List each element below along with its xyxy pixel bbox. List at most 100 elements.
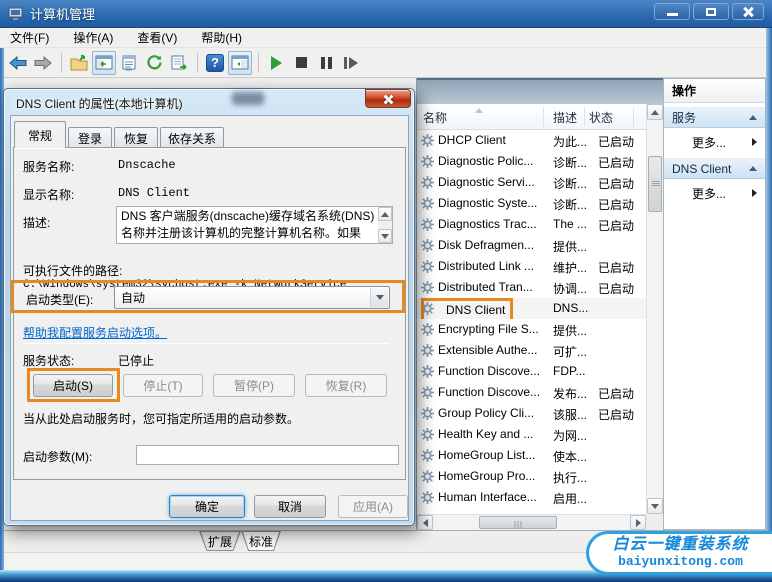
close-button[interactable] <box>732 3 764 20</box>
refresh-button[interactable] <box>142 51 166 75</box>
table-row[interactable]: Diagnostic Syste...诊断...已启动 <box>417 193 646 214</box>
service-name-cell[interactable]: DHCP Client <box>438 133 506 147</box>
apply-button[interactable]: 应用(A) <box>338 495 408 518</box>
collapse-icon[interactable] <box>749 166 757 171</box>
table-row[interactable]: Health Key and ...为网... <box>417 424 646 445</box>
service-name-cell[interactable]: Diagnostics Trac... <box>438 217 537 231</box>
stop-service-icon <box>296 57 307 68</box>
service-name-cell[interactable]: Diagnostic Syste... <box>438 196 537 210</box>
export-list-button[interactable] <box>167 51 191 75</box>
table-row[interactable]: Function Discove...发布...已启动 <box>417 382 646 403</box>
menu-action[interactable]: 操作(A) <box>73 29 113 46</box>
tab-extended[interactable]: 扩展 <box>199 531 241 551</box>
tab-standard[interactable]: 标准 <box>241 531 281 551</box>
help-configure-link[interactable]: 帮助我配置服务启动选项。 <box>23 324 167 341</box>
resume-button[interactable]: 恢复(R) <box>305 374 387 397</box>
table-row[interactable]: Diagnostics Trac...The ...已启动 <box>417 214 646 235</box>
tab-dependencies[interactable]: 依存关系 <box>160 127 224 148</box>
maximize-button[interactable] <box>693 3 729 20</box>
table-row[interactable]: Distributed Link ...维护...已启动 <box>417 256 646 277</box>
column-separator[interactable] <box>543 107 544 127</box>
scroll-down-button[interactable] <box>378 229 392 243</box>
scroll-right-button[interactable] <box>630 515 646 530</box>
table-row[interactable]: Extensible Authe...可扩... <box>417 340 646 361</box>
ok-button[interactable]: 确定 <box>169 495 245 518</box>
column-header-status[interactable]: 状态 <box>589 109 613 126</box>
column-header-desc[interactable]: 描述 <box>553 109 577 126</box>
service-name-cell[interactable]: Extensible Authe... <box>438 343 537 357</box>
table-row[interactable]: HomeGroup Pro...执行... <box>417 466 646 487</box>
pause-service-button[interactable] <box>314 51 338 75</box>
service-status-cell: 已启动 <box>598 406 634 423</box>
description-field[interactable]: DNS 客户端服务(dnscache)缓存域名系统(DNS)名称并注册该计算机的… <box>116 206 393 244</box>
help-button[interactable]: ? <box>203 51 227 75</box>
service-name-cell[interactable]: Human Interface... <box>438 490 537 504</box>
cancel-button[interactable]: 取消 <box>254 495 326 518</box>
dialog-close-button[interactable] <box>365 89 411 108</box>
menu-help[interactable]: 帮助(H) <box>201 29 242 46</box>
table-row[interactable]: DNS ClientDNS... <box>417 298 646 319</box>
resume-service-button[interactable] <box>339 51 363 75</box>
scroll-down-button[interactable] <box>647 498 663 514</box>
services-pane-top-strip <box>417 78 663 104</box>
collapse-icon[interactable] <box>749 115 757 120</box>
service-name-cell[interactable]: Encrypting File S... <box>438 322 539 336</box>
vertical-scrollbar[interactable] <box>646 104 662 514</box>
service-name-cell[interactable]: Health Key and ... <box>438 427 533 441</box>
table-row[interactable]: DHCP Client为此...已启动 <box>417 130 646 151</box>
pause-button[interactable]: 暂停(P) <box>213 374 295 397</box>
service-name-cell[interactable]: Diagnostic Servi... <box>438 175 535 189</box>
service-name-cell[interactable]: HomeGroup Pro... <box>438 469 535 483</box>
actions-section-services[interactable]: 服务 <box>664 107 765 128</box>
service-name-cell[interactable]: Function Discove... <box>438 364 540 378</box>
table-row[interactable]: Distributed Tran...协调...已启动 <box>417 277 646 298</box>
show-action-pane-button[interactable] <box>228 51 252 75</box>
table-row[interactable]: Group Policy Cli...该服...已启动 <box>417 403 646 424</box>
service-name-cell[interactable]: Diagnostic Polic... <box>438 154 533 168</box>
minimize-button[interactable] <box>654 3 690 20</box>
export-item-button[interactable] <box>67 51 91 75</box>
service-name-cell[interactable]: Distributed Link ... <box>438 259 534 273</box>
table-row[interactable]: Function Discove...FDP... <box>417 361 646 382</box>
column-header-name[interactable]: 名称 <box>423 109 447 126</box>
table-row[interactable]: Human Interface...启用... <box>417 487 646 508</box>
service-gear-icon <box>421 491 434 504</box>
scroll-up-button[interactable] <box>647 104 663 120</box>
column-separator[interactable] <box>633 107 634 127</box>
stop-button[interactable]: 停止(T) <box>123 374 203 397</box>
resume-button-label: 恢复(R) <box>326 377 367 394</box>
scroll-up-button[interactable] <box>378 207 392 221</box>
table-row[interactable]: HomeGroup List...使本... <box>417 445 646 466</box>
horizontal-scrollbar[interactable] <box>417 514 646 530</box>
back-button[interactable] <box>6 51 30 75</box>
service-name-cell[interactable]: Function Discove... <box>438 385 540 399</box>
start-service-button[interactable] <box>264 51 288 75</box>
horizontal-scroll-thumb[interactable] <box>479 516 557 529</box>
service-name-cell[interactable]: HomeGroup List... <box>438 448 535 462</box>
start-params-input[interactable] <box>136 445 399 465</box>
tab-recovery[interactable]: 恢复 <box>114 127 158 148</box>
forward-button[interactable] <box>31 51 55 75</box>
scroll-left-button[interactable] <box>417 515 433 530</box>
tab-general[interactable]: 常规 <box>14 121 66 148</box>
table-row[interactable]: Diagnostic Servi...诊断...已启动 <box>417 172 646 193</box>
menu-view[interactable]: 查看(V) <box>137 29 177 46</box>
column-separator[interactable] <box>584 107 585 127</box>
show-console-tree-button[interactable] <box>92 51 116 75</box>
start-params-label: 启动参数(M): <box>23 448 92 465</box>
service-name-cell[interactable]: Disk Defragmen... <box>438 238 534 252</box>
stop-service-button[interactable] <box>289 51 313 75</box>
properties-button[interactable] <box>117 51 141 75</box>
table-row[interactable]: Disk Defragmen...提供... <box>417 235 646 256</box>
table-row[interactable]: Diagnostic Polic...诊断...已启动 <box>417 151 646 172</box>
service-name-cell[interactable]: Group Policy Cli... <box>438 406 534 420</box>
menu-file[interactable]: 文件(F) <box>10 29 49 46</box>
actions-more-dns-client[interactable]: 更多... <box>664 182 765 204</box>
tab-logon[interactable]: 登录 <box>68 127 112 148</box>
actions-section-dns-client[interactable]: DNS Client <box>664 158 765 179</box>
vertical-scroll-thumb[interactable] <box>648 156 662 212</box>
table-row[interactable]: Encrypting File S...提供... <box>417 319 646 340</box>
actions-more-services[interactable]: 更多... <box>664 131 765 153</box>
service-name-cell[interactable]: Distributed Tran... <box>438 280 533 294</box>
description-scrollbar[interactable] <box>378 207 392 243</box>
